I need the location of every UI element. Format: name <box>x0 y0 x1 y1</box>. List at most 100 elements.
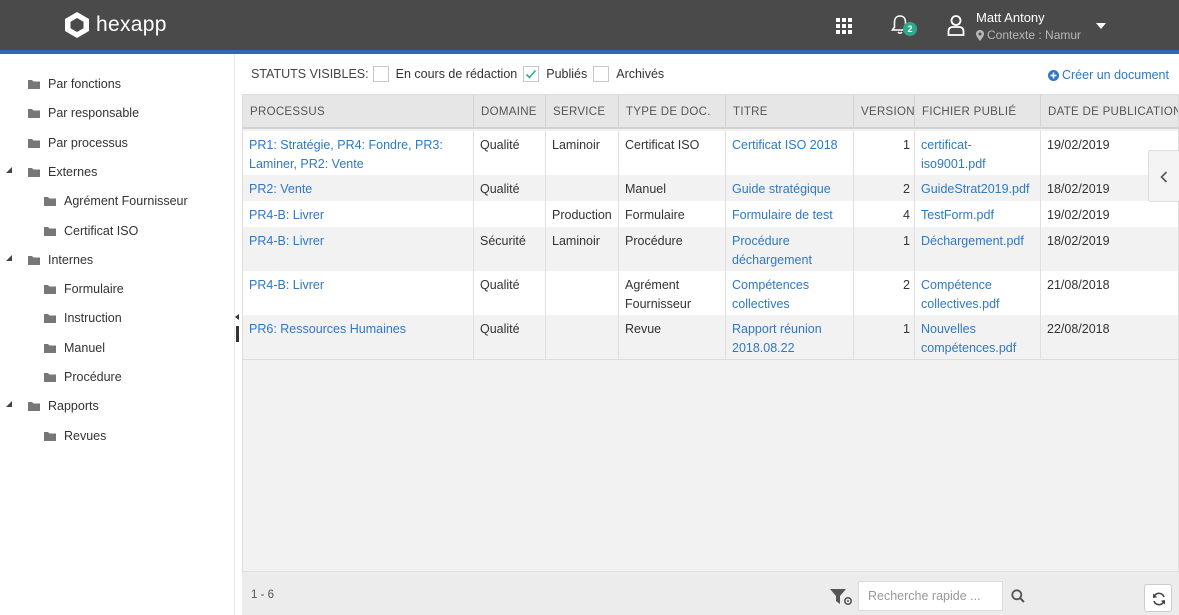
table-cell-type: Formulaire <box>618 201 725 227</box>
sidebar-item[interactable]: Procédure <box>44 367 122 387</box>
table-cell-titre[interactable]: Guide stratégique <box>725 175 853 201</box>
record-count: 1 - 6 <box>251 589 275 601</box>
expand-toggle-icon[interactable] <box>6 255 12 261</box>
sidebar-item[interactable]: Certificat ISO <box>44 221 138 241</box>
column-header[interactable]: TITRE <box>725 95 853 129</box>
search-icon[interactable] <box>1011 589 1025 603</box>
table-cell-type: Revue <box>618 315 725 359</box>
table-cell-processus[interactable]: PR2: Vente <box>243 175 473 201</box>
user-name[interactable]: Matt Antony <box>976 10 1045 25</box>
table-row[interactable]: PR4-B: Livrer Qualité Agrément Fournisseur… <box>243 271 1178 315</box>
user-context-label: Contexte : Namur <box>987 28 1082 42</box>
app-name: hexapp <box>96 13 167 36</box>
grid-header: PROCESSUS DOMAINE SERVICE TYPE DE DOC. TITRE… <box>243 95 1178 129</box>
sidebar-item[interactable]: Externes <box>6 162 97 182</box>
checkbox-archives[interactable] <box>593 66 610 82</box>
folder-icon <box>44 432 56 441</box>
table-cell-titre[interactable]: Procédure déchargement <box>725 227 853 271</box>
table-cell-service <box>545 175 618 201</box>
table-row[interactable]: PR4-B: Livrer Sécurité Laminoir Procédure Pr… <box>243 227 1178 271</box>
sidebar-item-label: Procédure <box>64 370 122 384</box>
sidebar-item-label: Formulaire <box>64 282 124 296</box>
sidebar-item[interactable]: Formulaire <box>44 279 124 299</box>
sidebar-item-label: Rapports <box>48 399 99 413</box>
side-panel-toggle[interactable] <box>1148 150 1179 202</box>
collapse-arrow-icon[interactable] <box>235 314 239 320</box>
checkbox-publies[interactable] <box>523 66 540 82</box>
table-cell-version: 2 <box>853 271 914 315</box>
table-cell-domaine: Qualité <box>473 315 545 359</box>
table-cell-titre[interactable]: Rapport réunion 2018.08.22 <box>725 315 853 359</box>
column-header[interactable]: VERSION <box>853 95 914 129</box>
map-marker-icon <box>976 29 984 41</box>
table-cell-processus[interactable]: PR4-B: Livrer <box>243 271 473 315</box>
sidebar-item-label: Par fonctions <box>48 77 121 91</box>
column-header[interactable]: DOMAINE <box>473 95 545 129</box>
folder-icon <box>44 373 56 382</box>
table-cell-date: 21/08/2018 <box>1040 271 1178 315</box>
create-document-link[interactable]: Créer un document <box>1047 68 1169 82</box>
folder-icon <box>44 197 56 206</box>
documents-grid: PROCESSUS DOMAINE SERVICE TYPE DE DOC. TITRE… <box>242 94 1179 572</box>
folder-icon <box>28 139 40 148</box>
sidebar-item[interactable]: Par responsable <box>28 103 139 123</box>
folder-icon <box>28 109 40 118</box>
quick-search-input[interactable] <box>858 581 1003 611</box>
table-row[interactable]: PR2: Vente Qualité Manuel Guide stratégique… <box>243 175 1178 201</box>
grid-icon[interactable] <box>835 17 853 35</box>
filter-label-publies: Publiés <box>546 67 588 81</box>
table-row[interactable]: PR1: Stratégie, PR4: Fondre, PR3: Lamine… <box>243 131 1178 175</box>
grid-empty-area <box>243 359 1178 572</box>
expand-toggle-icon[interactable] <box>6 401 12 407</box>
splitter-grip[interactable] <box>236 326 239 342</box>
table-cell-date: 22/08/2018 <box>1040 315 1178 359</box>
column-header[interactable]: SERVICE <box>545 95 618 129</box>
table-cell-fichier[interactable]: Déchargement.pdf <box>914 227 1040 271</box>
sidebar-item-label: Internes <box>48 253 94 267</box>
table-cell-processus[interactable]: PR1: Stratégie, PR4: Fondre, PR3: Lamine… <box>243 131 473 175</box>
checkbox-en-cours[interactable] <box>372 66 389 82</box>
table-cell-fichier[interactable]: certificat-iso9001.pdf <box>914 131 1040 175</box>
caret-down-icon[interactable] <box>1096 23 1106 29</box>
table-row[interactable]: PR4-B: Livrer Production Formulaire Formula… <box>243 201 1178 227</box>
table-cell-fichier[interactable]: Nouvelles compétences.pdf <box>914 315 1040 359</box>
table-row[interactable]: PR6: Ressources Humaines Qualité Revue Rapp… <box>243 315 1178 359</box>
sidebar-item[interactable]: Rapports <box>6 396 99 416</box>
user-icon[interactable] <box>947 14 965 36</box>
notifications-button[interactable]: 2 <box>890 14 918 38</box>
table-cell-titre[interactable]: Certificat ISO 2018 <box>725 131 853 175</box>
table-cell-titre[interactable]: Compétences collectives <box>725 271 853 315</box>
top-bar: hexapp 2 Matt Antony Contexte : Namur <box>0 0 1179 50</box>
column-header[interactable]: DATE DE PUBLICATION <box>1040 95 1178 129</box>
sidebar-item[interactable]: Revues <box>44 426 106 446</box>
notification-badge: 2 <box>903 22 917 36</box>
filter-settings-icon[interactable] <box>829 588 853 606</box>
table-cell-fichier[interactable]: TestForm.pdf <box>914 201 1040 227</box>
folder-icon <box>28 402 40 411</box>
table-cell-service: Production <box>545 201 618 227</box>
sidebar-item[interactable]: Agrément Fournisseur <box>44 191 188 211</box>
table-cell-processus[interactable]: PR4-B: Livrer <box>243 227 473 271</box>
app-logo[interactable]: hexapp <box>64 10 167 40</box>
grid-footer: 1 - 6 <box>242 571 1179 615</box>
refresh-button[interactable] <box>1144 584 1172 612</box>
sidebar-item[interactable]: Par fonctions <box>28 74 121 94</box>
table-cell-fichier[interactable]: Compétence collectives.pdf <box>914 271 1040 315</box>
create-document-label: Créer un document <box>1061 68 1169 82</box>
folder-icon <box>28 256 40 265</box>
table-cell-fichier[interactable]: GuideStrat2019.pdf <box>914 175 1040 201</box>
table-cell-date: 18/02/2019 <box>1040 227 1178 271</box>
table-cell-processus[interactable]: PR6: Ressources Humaines <box>243 315 473 359</box>
table-cell-titre[interactable]: Formulaire de test <box>725 201 853 227</box>
column-header[interactable]: TYPE DE DOC. <box>618 95 725 129</box>
sidebar-item[interactable]: Manuel <box>44 338 105 358</box>
column-header[interactable]: FICHIER PUBLIÉ <box>914 95 1040 129</box>
table-cell-version: 1 <box>853 315 914 359</box>
table-cell-domaine: Qualité <box>473 175 545 201</box>
sidebar-item[interactable]: Instruction <box>44 308 122 328</box>
sidebar-item[interactable]: Internes <box>6 250 94 270</box>
expand-toggle-icon[interactable] <box>6 167 12 173</box>
table-cell-processus[interactable]: PR4-B: Livrer <box>243 201 473 227</box>
column-header[interactable]: PROCESSUS <box>243 95 473 129</box>
sidebar-item[interactable]: Par processus <box>28 133 128 153</box>
